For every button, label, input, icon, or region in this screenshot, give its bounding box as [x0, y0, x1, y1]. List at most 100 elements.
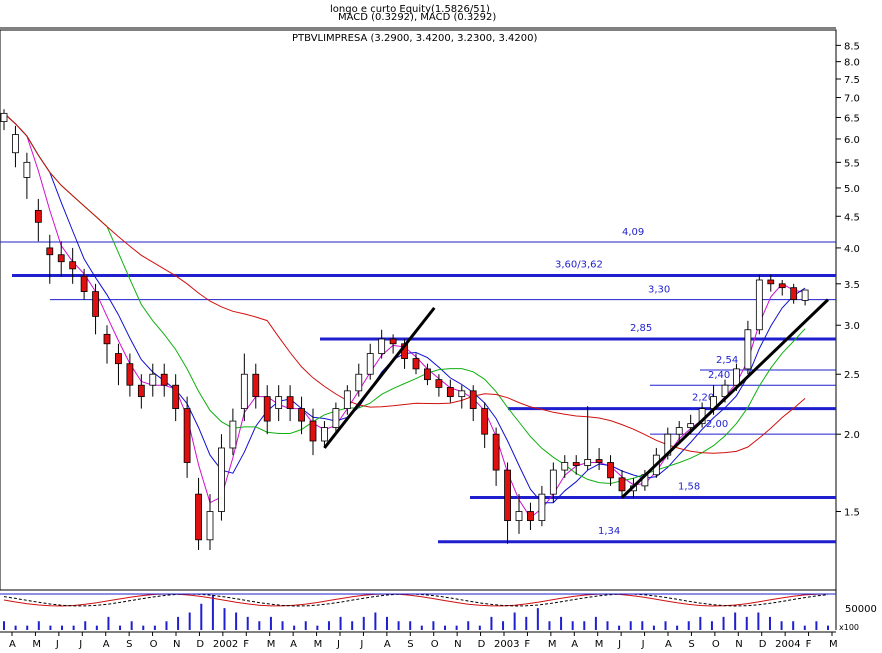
moving-average-line — [3, 112, 806, 504]
volume-bar — [293, 625, 296, 630]
candle-body — [126, 363, 134, 386]
volume-bar — [409, 621, 412, 630]
volume-bar — [420, 625, 423, 630]
candle-body — [767, 279, 775, 285]
levels-layer: 4,093,60/3,623,302,852,542,402,202,001,5… — [0, 227, 836, 544]
candle-body — [195, 493, 202, 541]
volume-bar — [780, 621, 783, 630]
candle-body — [103, 333, 111, 345]
x-tick-label: J — [359, 639, 363, 649]
volume-bar — [362, 616, 365, 630]
volume-bar — [397, 621, 400, 630]
candle-body — [92, 291, 99, 317]
x-tick-label: N — [173, 639, 180, 649]
y-tick-label: 4.5 — [844, 212, 860, 223]
volume-bar — [618, 625, 621, 630]
candle-body — [206, 511, 214, 541]
volume-bar — [95, 625, 98, 630]
chart-title: PTBVLIMPRESA (3.2900, 3.4200, 3.2300, 3.… — [292, 33, 537, 44]
candle-body — [755, 279, 763, 331]
x-tick-label: A — [103, 639, 110, 649]
y-tick-label: 7.5 — [844, 75, 860, 86]
volume-bar — [734, 612, 737, 630]
volume-bar — [26, 625, 29, 630]
y-tick-label: 6.0 — [844, 135, 860, 146]
x-tick-label: M — [267, 639, 276, 649]
oscillator-line — [3, 593, 829, 607]
candle-body — [561, 462, 569, 471]
volume-bar — [327, 621, 330, 630]
volume-bar — [583, 621, 586, 630]
candle-body — [263, 396, 271, 422]
volume-bar — [629, 621, 632, 630]
volume-bar — [513, 612, 516, 630]
candle-body — [34, 209, 42, 223]
level-label: 3,60/3,62 — [555, 259, 603, 270]
y-tick-label: 2.5 — [844, 370, 860, 381]
volume-bar — [606, 621, 609, 630]
x-tick-label: O — [712, 639, 720, 649]
volume-bar — [676, 625, 679, 630]
volume-bar — [211, 595, 214, 630]
chart-svg: longo e curto Equity(1.5826/51) MACD (0.… — [0, 0, 877, 650]
volume-bar — [757, 612, 760, 630]
volume-bar — [61, 625, 64, 630]
y-tick-label: 3.0 — [844, 321, 860, 332]
volume-bar — [502, 621, 505, 630]
candle-body — [183, 408, 191, 463]
volume-bar — [444, 625, 447, 630]
volume-bar — [536, 608, 539, 630]
volume-bar — [72, 625, 75, 630]
candle-body — [778, 283, 786, 289]
candle-body — [618, 477, 626, 492]
volume-bar — [641, 621, 644, 630]
x-tick-label: D — [759, 639, 767, 649]
volume-bar — [768, 616, 771, 630]
candle-body — [607, 462, 614, 479]
level-label: 1,58 — [678, 482, 700, 493]
volume-bar — [351, 621, 354, 630]
candle-body — [57, 254, 65, 263]
candle-body — [321, 427, 328, 442]
candle-body — [137, 384, 145, 398]
candle-body — [23, 161, 31, 178]
candle-body — [0, 112, 8, 123]
volume-bar — [699, 616, 702, 630]
candle-body — [229, 420, 237, 449]
y-axis-ticks: 8.5 8.0 7.5 7.0 6.5 6.0 5.5 5.0 4.5 4.0 3.5 3.0 2.5 2… — [836, 41, 860, 518]
x-tick-label: 2003 — [494, 639, 519, 649]
volume-bar — [3, 621, 5, 630]
y-tick-label: 8.5 — [844, 41, 860, 52]
candle-body — [687, 423, 695, 428]
x-tick-label: J — [641, 639, 645, 649]
y-tick-label: 8.0 — [844, 58, 860, 69]
moving-average-line — [3, 112, 806, 485]
candle-body — [424, 368, 431, 381]
candle-body — [378, 338, 386, 354]
volume-bar — [130, 621, 133, 630]
candle-body — [69, 261, 77, 270]
volume-bar — [710, 621, 713, 630]
y-tick-label: 3.5 — [844, 280, 860, 291]
level-label: 2,00 — [706, 419, 728, 430]
level-label: 4,09 — [622, 227, 644, 238]
candle-body — [790, 287, 798, 301]
volume-bar — [165, 621, 168, 630]
x-tick-label: M — [32, 639, 41, 649]
volume-bar — [722, 616, 725, 630]
candle-body — [458, 390, 466, 398]
candle-body — [309, 420, 317, 442]
x-tick-label: F — [524, 639, 530, 649]
candle-body — [46, 247, 54, 256]
header-line2: MACD (0.3292), MACD (0.3292) — [338, 12, 496, 23]
candle-body — [115, 353, 122, 365]
volume-bar — [792, 621, 795, 630]
y-tick-label: 5.5 — [844, 158, 860, 169]
volume-unit: x100 — [839, 623, 859, 632]
candle-body — [572, 462, 580, 466]
candle-body — [355, 373, 363, 392]
candle-body — [80, 275, 88, 292]
volume-bar — [339, 616, 342, 630]
candle-body — [733, 368, 740, 386]
volume-bar — [142, 625, 145, 630]
